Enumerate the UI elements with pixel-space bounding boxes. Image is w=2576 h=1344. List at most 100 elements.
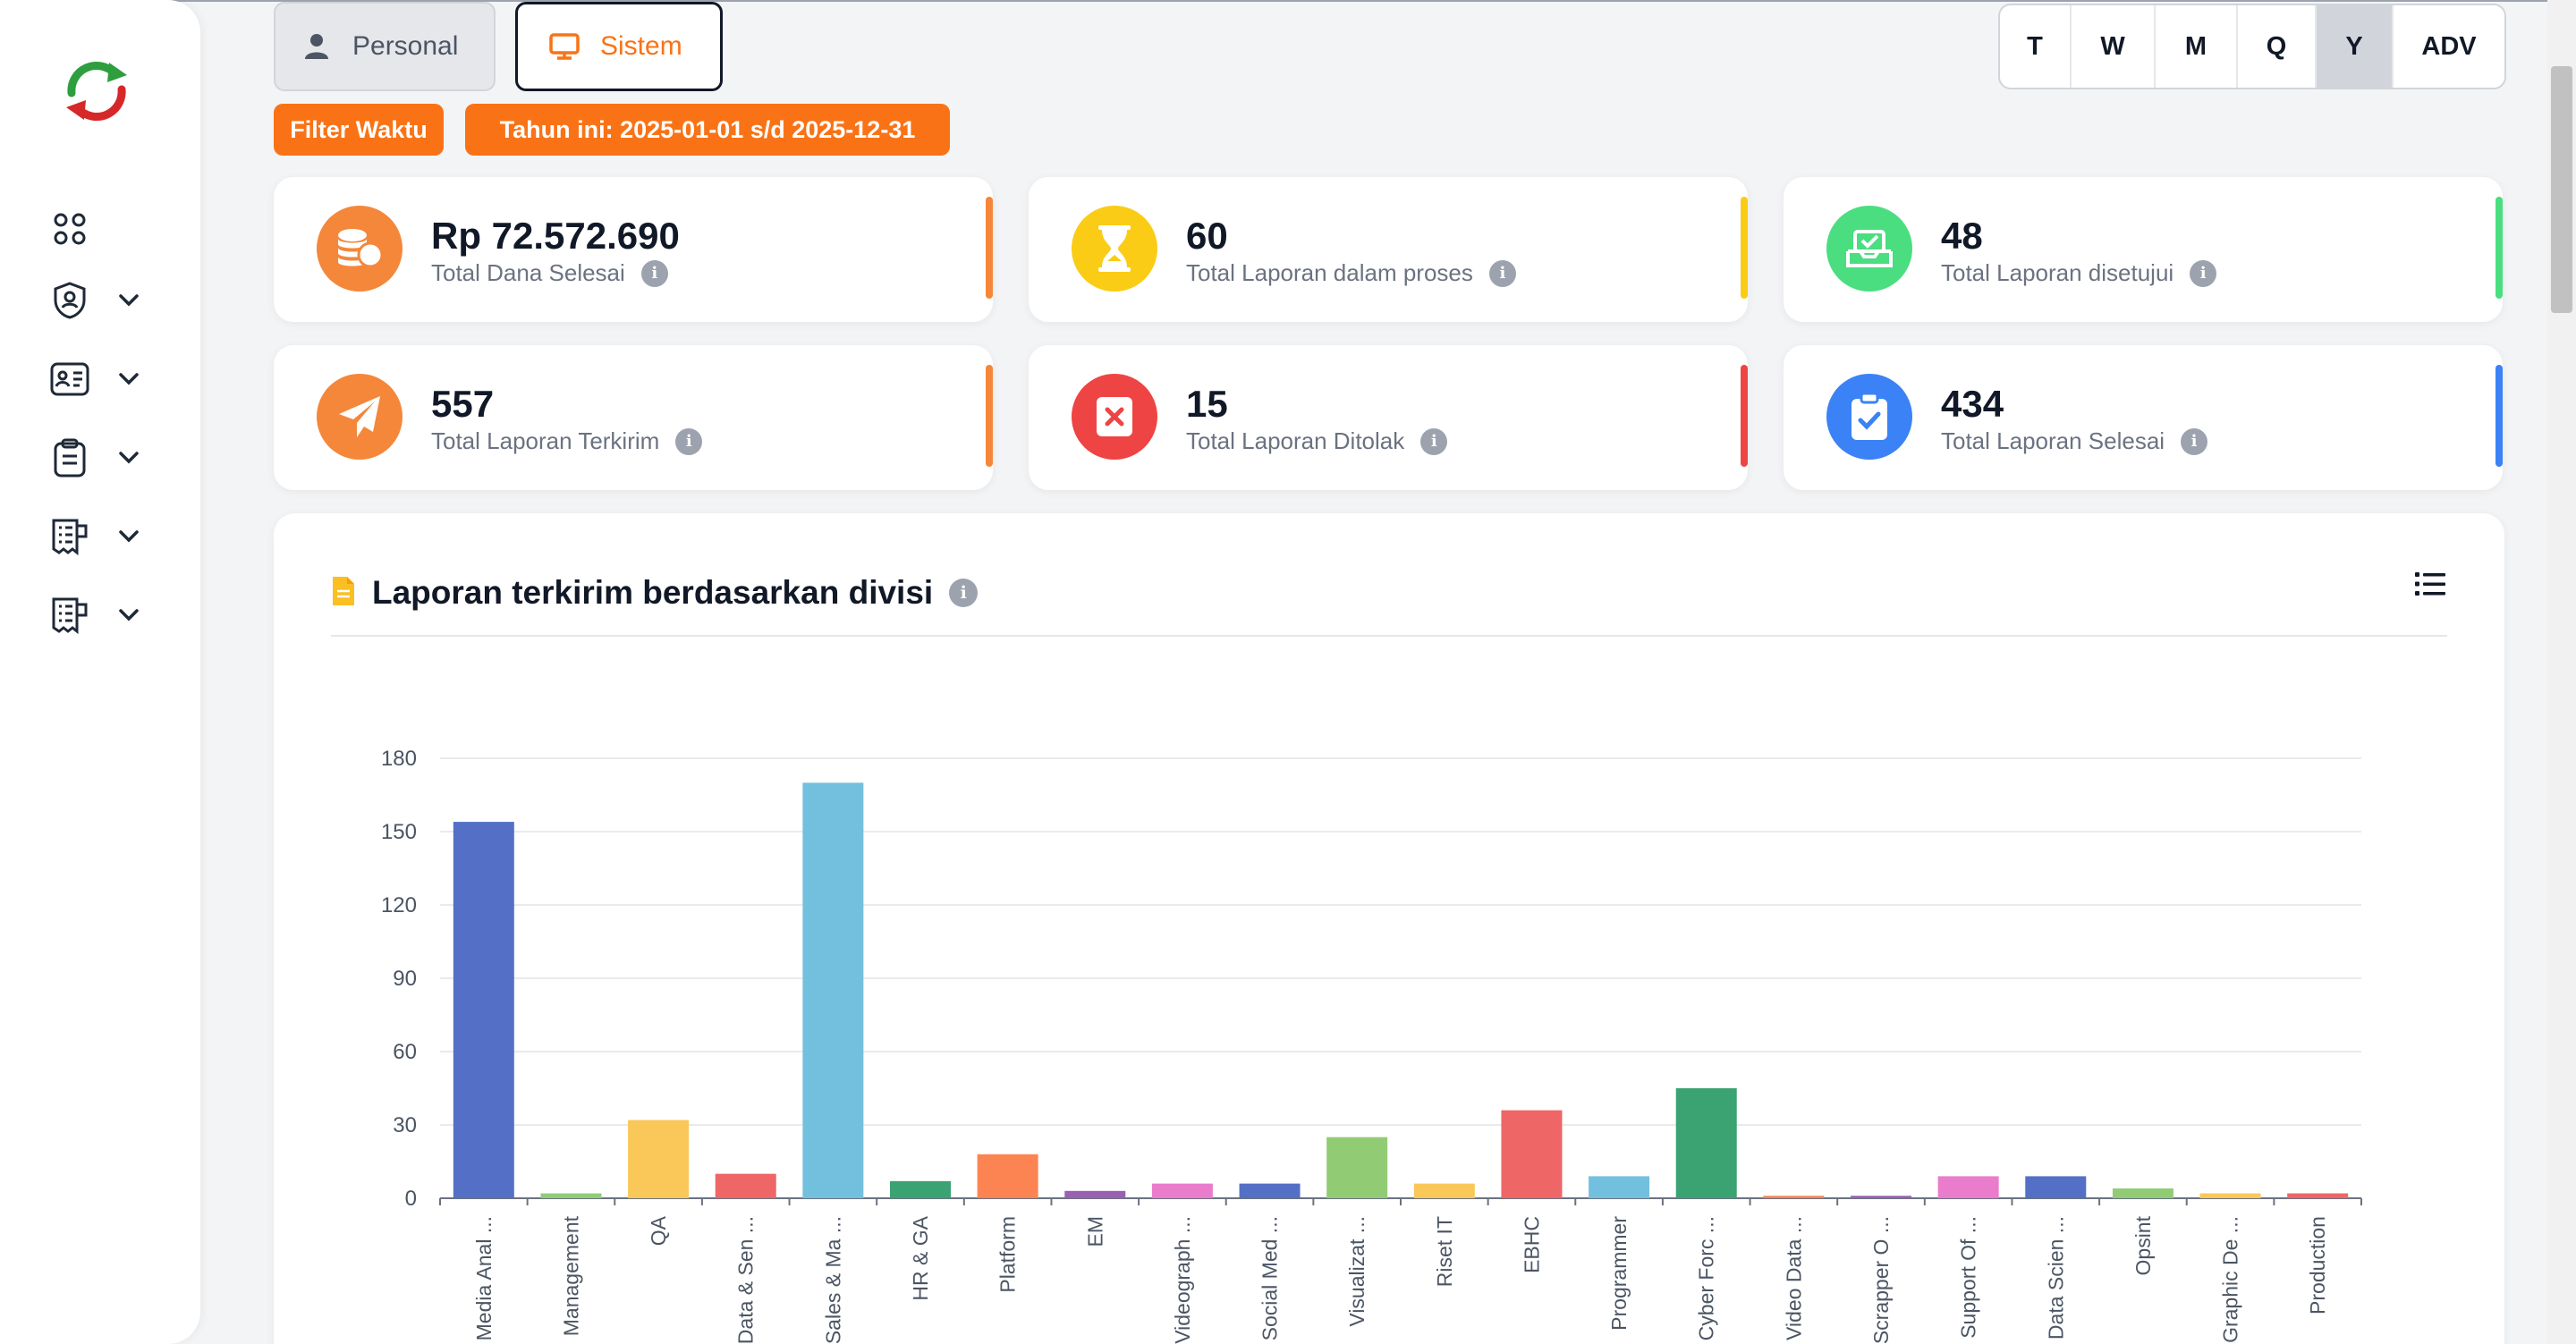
stat-value: 557 <box>431 383 495 425</box>
x-tick-label: EBHC <box>1520 1216 1543 1273</box>
stat-accent-bar <box>1741 197 1748 299</box>
stat-label-row: Total Laporan Terkirim i <box>431 427 703 455</box>
stat-card: 60 Total Laporan dalam proses i <box>1029 177 1748 322</box>
period-button-w[interactable]: W <box>2072 5 2156 88</box>
hourglass-icon <box>1072 206 1157 292</box>
sidebar-item-dashboard[interactable] <box>48 204 156 254</box>
coins-icon <box>317 206 402 292</box>
info-icon[interactable]: i <box>640 259 668 287</box>
dots-grid-icon <box>48 207 91 250</box>
app-logo[interactable] <box>59 57 134 125</box>
chart-bar[interactable] <box>2112 1188 2174 1198</box>
stat-value: 60 <box>1186 215 1228 257</box>
x-tick-label: Scrapper O ... <box>1869 1216 1893 1344</box>
chart-bar[interactable] <box>540 1193 602 1198</box>
bar-chart: 0 30 60 90 120 150 180 Media Anal ... Management… <box>381 747 2362 1344</box>
stat-label: Total Dana Selesai <box>431 259 625 286</box>
period-button-y[interactable]: Y <box>2317 5 2394 88</box>
scrollbar-thumb[interactable] <box>2551 66 2572 313</box>
x-tick-label: HR & GA <box>909 1215 932 1300</box>
info-icon[interactable]: i <box>2181 427 2208 455</box>
chart-bar[interactable] <box>1763 1196 1825 1198</box>
period-selector: T W M Q Y ADV <box>1998 4 2506 89</box>
stat-card: 15 Total Laporan Ditolak i <box>1029 345 1748 490</box>
x-tick-label: Data & Sen ... <box>734 1216 758 1344</box>
y-tick-label: 60 <box>393 1040 417 1064</box>
date-range-badge[interactable]: Tahun ini: 2025-01-01 s/d 2025-12-31 <box>465 104 950 156</box>
chart-bar[interactable] <box>1413 1183 1475 1198</box>
info-icon[interactable]: i <box>1488 259 1516 287</box>
tab-sistem-label: Sistem <box>600 31 682 61</box>
y-tick-label: 120 <box>381 893 417 917</box>
stat-value: 434 <box>1941 383 2004 425</box>
stat-card: 48 Total Laporan disetujui i <box>1784 177 2503 322</box>
chart-bar[interactable] <box>1239 1183 1301 1198</box>
x-tick-label: Management <box>559 1215 582 1336</box>
chart-bar[interactable] <box>1589 1176 1650 1198</box>
receipt-icon <box>48 515 91 558</box>
stat-label-row: Total Laporan Ditolak i <box>1186 427 1448 455</box>
chart-bar[interactable] <box>1326 1137 1388 1198</box>
stat-label-row: Total Laporan Selesai i <box>1941 427 2208 455</box>
chart-bar[interactable] <box>802 782 864 1198</box>
chevron-down-icon <box>116 288 141 313</box>
shield-user-icon <box>48 279 91 322</box>
period-button-t[interactable]: T <box>2000 5 2072 88</box>
period-button-adv[interactable]: ADV <box>2394 5 2504 88</box>
period-button-m[interactable]: M <box>2156 5 2238 88</box>
chart-bar[interactable] <box>453 822 514 1198</box>
sidebar-item-shield[interactable] <box>48 275 156 325</box>
info-icon[interactable]: i <box>675 427 703 455</box>
stat-value: Rp 72.572.690 <box>431 215 680 257</box>
clipboard-icon <box>48 436 91 479</box>
x-tick-label: Graphic De ... <box>2219 1216 2242 1343</box>
sidebar-item-receipt[interactable] <box>48 511 156 562</box>
chart-bar[interactable] <box>2287 1193 2349 1198</box>
filter-waktu-badge[interactable]: Filter Waktu <box>274 104 444 156</box>
sidebar-item-clipboard[interactable] <box>48 433 156 483</box>
sidebar <box>0 0 200 1344</box>
y-tick-label: 150 <box>381 820 417 844</box>
chart-bar[interactable] <box>1151 1183 1213 1198</box>
stat-label: Total Laporan Ditolak <box>1186 427 1405 454</box>
chart-bar[interactable] <box>977 1154 1038 1198</box>
stat-card: Rp 72.572.690 Total Dana Selesai i <box>274 177 993 322</box>
user-icon <box>301 30 333 63</box>
chart-bar[interactable] <box>2199 1193 2261 1198</box>
rejected-icon <box>1072 374 1157 460</box>
x-tick-label: Video Data ... <box>1782 1216 1805 1340</box>
sidebar-item-receipt-2[interactable] <box>48 590 156 640</box>
tab-personal[interactable]: Personal <box>274 2 496 91</box>
division-chart-card: Laporan terkirim berdasarkan divisi i 03… <box>274 513 2504 1344</box>
stat-label: Total Laporan Terkirim <box>431 427 660 454</box>
tab-personal-label: Personal <box>352 31 459 61</box>
x-tick-label: Data Scien ... <box>2044 1216 2067 1340</box>
stat-label-row: Total Laporan disetujui i <box>1941 259 2217 287</box>
chart-bar[interactable] <box>1851 1196 1911 1198</box>
x-tick-label: Cyber Forc ... <box>1695 1216 1718 1340</box>
info-icon[interactable]: i <box>2190 259 2217 287</box>
main-content: Personal Sistem T W M Q Y ADV Filter Waktu Ta… <box>274 0 2506 1344</box>
x-tick-label: Media Anal ... <box>472 1216 496 1340</box>
x-tick-label: Videograph ... <box>1171 1216 1194 1344</box>
chart-bar[interactable] <box>1937 1176 1999 1198</box>
clipboard-check-icon <box>1826 374 1912 460</box>
chart-bar[interactable] <box>1064 1190 1126 1198</box>
x-tick-label: Riset IT <box>1433 1216 1456 1287</box>
chart-bar[interactable] <box>890 1180 951 1198</box>
stat-accent-bar <box>986 197 993 299</box>
chart-bar[interactable] <box>1501 1110 1563 1198</box>
info-icon[interactable]: i <box>1420 427 1448 455</box>
chart-bar[interactable] <box>1675 1088 1737 1198</box>
desktop-icon <box>548 30 580 63</box>
chart-bar[interactable] <box>2025 1176 2087 1198</box>
period-button-q[interactable]: Q <box>2238 5 2317 88</box>
y-tick-label: 0 <box>405 1187 417 1211</box>
tab-sistem[interactable]: Sistem <box>515 2 723 91</box>
approved-tray-icon <box>1826 206 1912 292</box>
sidebar-item-id-card[interactable] <box>48 354 156 404</box>
chart-bar[interactable] <box>715 1173 776 1198</box>
stat-card: 434 Total Laporan Selesai i <box>1784 345 2503 490</box>
stat-label: Total Laporan Selesai <box>1941 427 2165 454</box>
chart-bar[interactable] <box>628 1120 690 1198</box>
